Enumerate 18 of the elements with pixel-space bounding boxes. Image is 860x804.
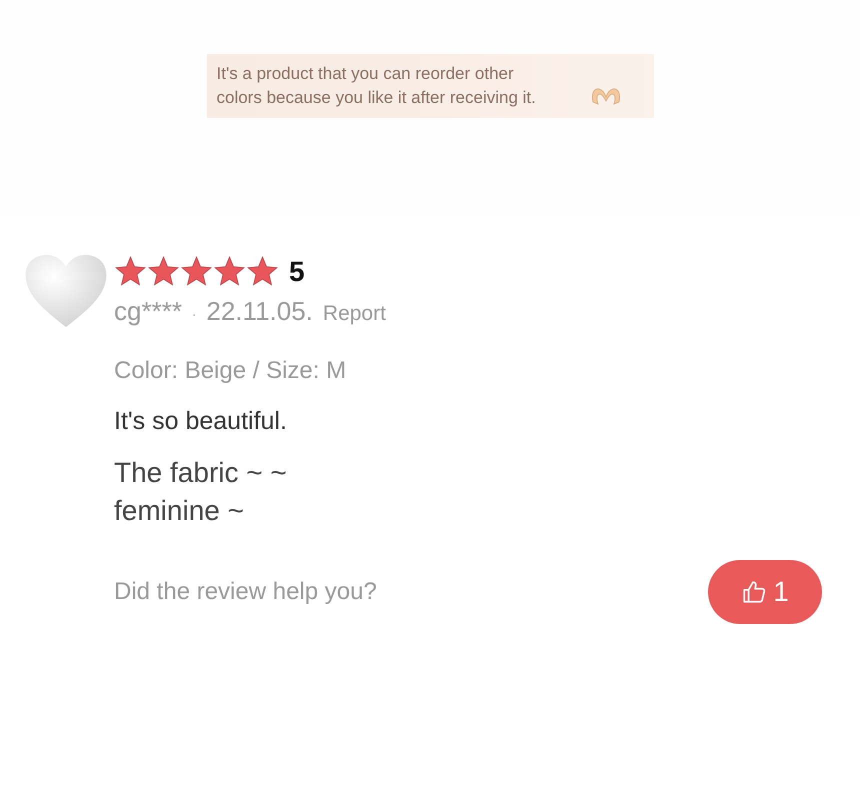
star-icon <box>246 255 279 288</box>
star-icon <box>114 255 147 288</box>
star-icon <box>147 255 180 288</box>
report-link[interactable]: Report <box>322 302 386 326</box>
separator: · <box>192 308 196 324</box>
star-icon <box>180 255 213 288</box>
star-icon <box>213 255 246 288</box>
rating-value: 5 <box>289 256 305 288</box>
review-text: The fabric ~ ~ <box>114 456 288 490</box>
review-text: It's so beautiful. <box>114 407 288 436</box>
like-button[interactable]: 1 <box>708 560 822 624</box>
review-text: feminine ~ <box>114 494 245 528</box>
option-text: Color: Beige / Size: M <box>114 357 348 385</box>
helpful-prompt: Did the review help you? <box>114 578 377 606</box>
username: cg**** <box>114 296 182 327</box>
review-date: 22.11.05. <box>206 296 313 327</box>
thumbs-up-icon <box>741 579 768 605</box>
banner-text: It's a product that you can reorder other colors because you like it after receiving it. <box>216 63 537 109</box>
